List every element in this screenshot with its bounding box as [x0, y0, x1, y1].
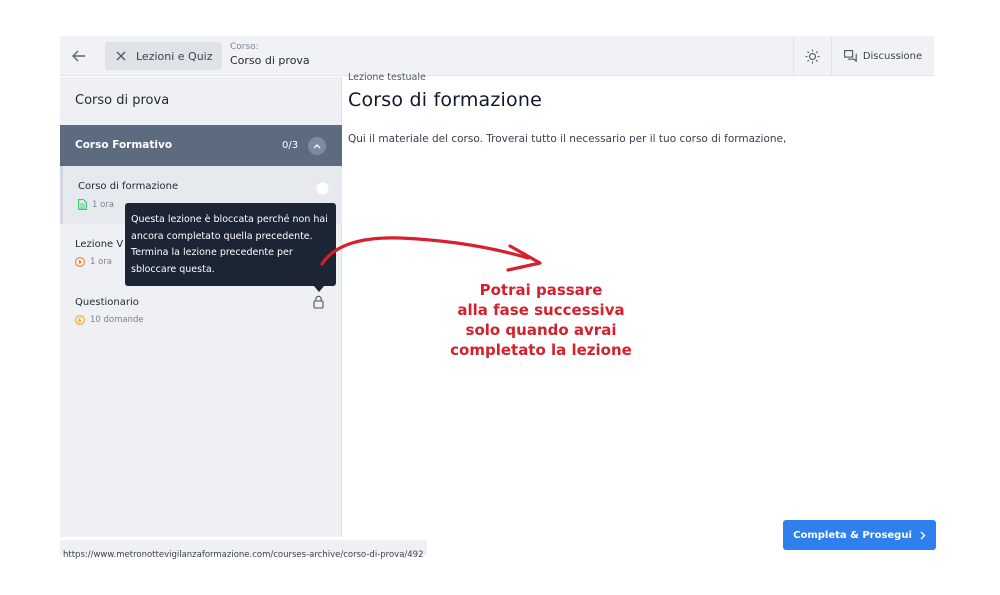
annotation-line: alla fase successiva — [457, 301, 625, 319]
complete-continue-label: Completa & Prosegui — [793, 529, 912, 541]
complete-continue-button[interactable]: Completa & Prosegui — [783, 520, 936, 550]
status-url-text: https://www.metronottevigilanzaformazion… — [63, 550, 424, 560]
annotation-line: completato la lezione — [450, 341, 632, 359]
chevron-right-icon — [920, 531, 926, 539]
annotation-line: Potrai passare — [479, 281, 603, 299]
status-bar-url: https://www.metronottevigilanzaformazion… — [60, 540, 427, 560]
annotation-text: Potrai passare alla fase successiva solo… — [430, 280, 652, 360]
annotation-line: solo quando avrai — [465, 321, 617, 339]
